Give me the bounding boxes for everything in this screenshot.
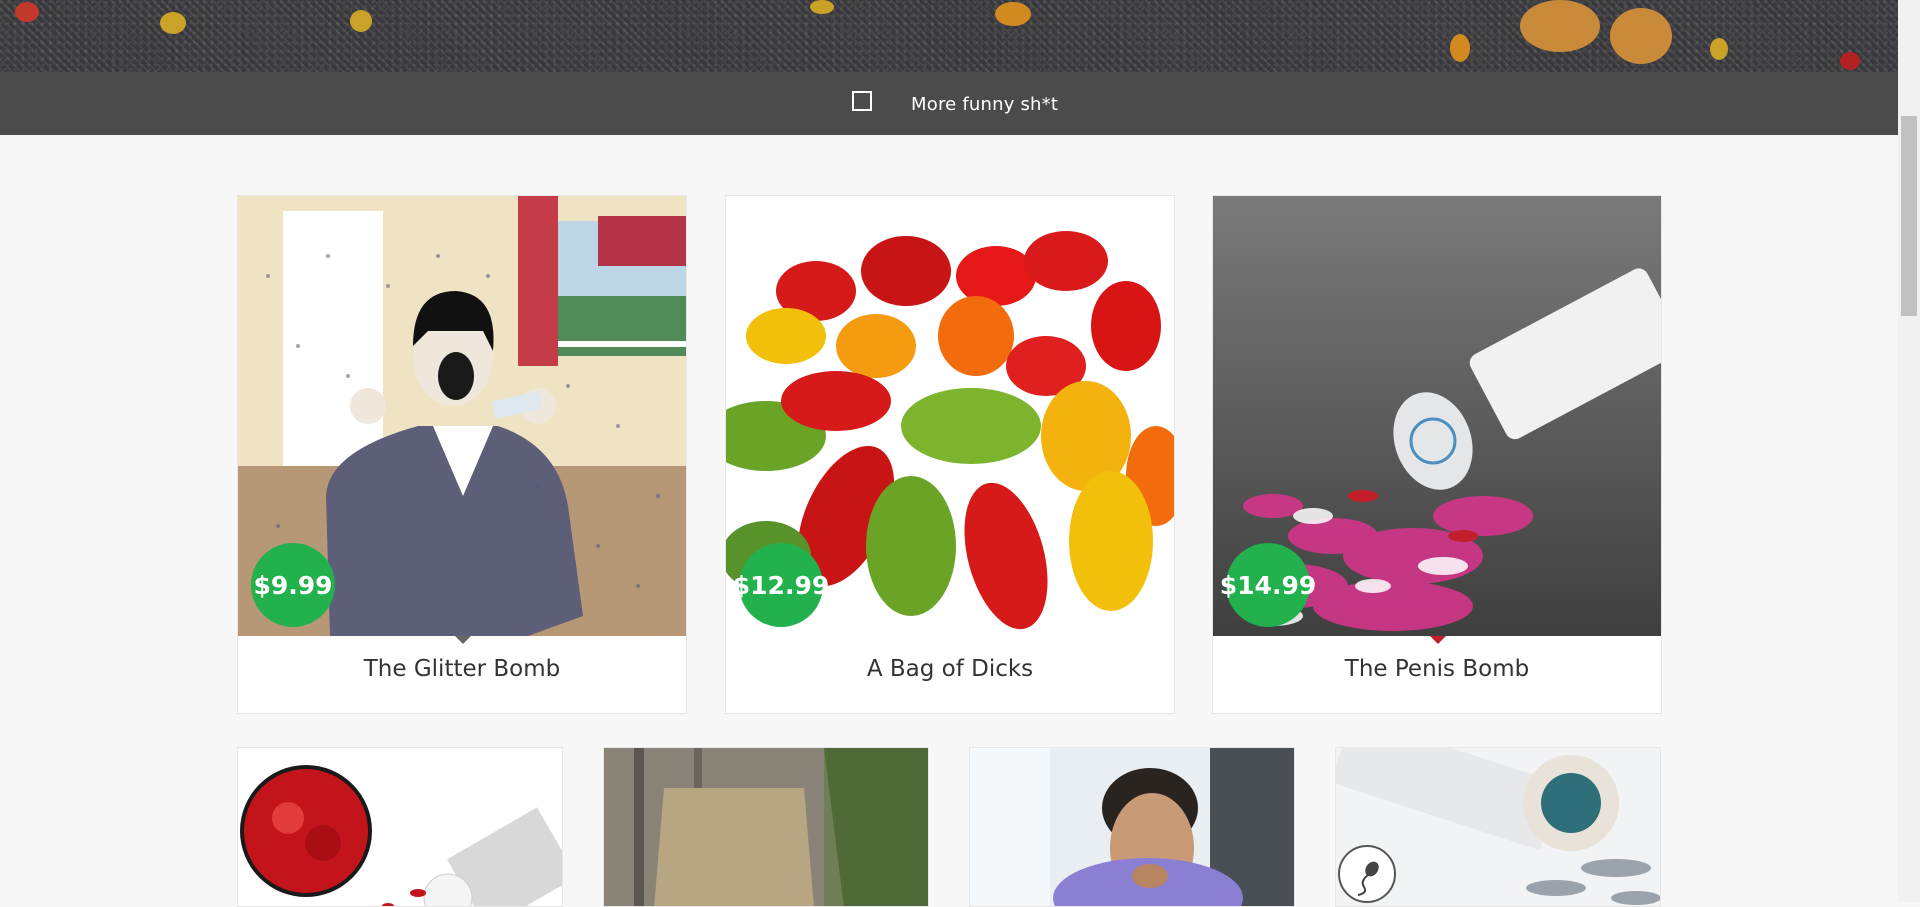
caret-down-icon — [1430, 636, 1446, 644]
product-card[interactable] — [603, 747, 929, 907]
product-title[interactable]: A Bag of Dicks — [726, 656, 1174, 682]
product-card[interactable] — [969, 747, 1295, 907]
more-funny-link[interactable]: More funny sh*t — [911, 94, 1058, 115]
product-card[interactable]: $12.99 A Bag of Dicks — [725, 195, 1175, 714]
checkbox-square-icon[interactable] — [852, 91, 872, 111]
price-badge: $14.99 — [1220, 543, 1316, 627]
product-card[interactable]: $9.99 The Glitter Bomb — [237, 195, 687, 714]
product-card[interactable]: $14.99 The Penis Bomb — [1212, 195, 1662, 714]
product-title[interactable]: The Glitter Bomb — [238, 656, 686, 682]
product-image[interactable] — [970, 748, 1295, 907]
hero-banner-image — [0, 0, 1898, 72]
caret-down-icon — [455, 636, 471, 644]
product-image[interactable] — [238, 748, 563, 907]
product-card[interactable] — [1335, 747, 1661, 907]
product-image[interactable] — [604, 748, 929, 907]
price-badge: $9.99 — [251, 543, 335, 627]
product-card[interactable] — [237, 747, 563, 907]
price-badge: $12.99 — [733, 543, 829, 627]
sperm-icon — [1338, 845, 1396, 903]
product-title[interactable]: The Penis Bomb — [1213, 656, 1661, 682]
scrollbar-thumb[interactable] — [1901, 116, 1917, 316]
